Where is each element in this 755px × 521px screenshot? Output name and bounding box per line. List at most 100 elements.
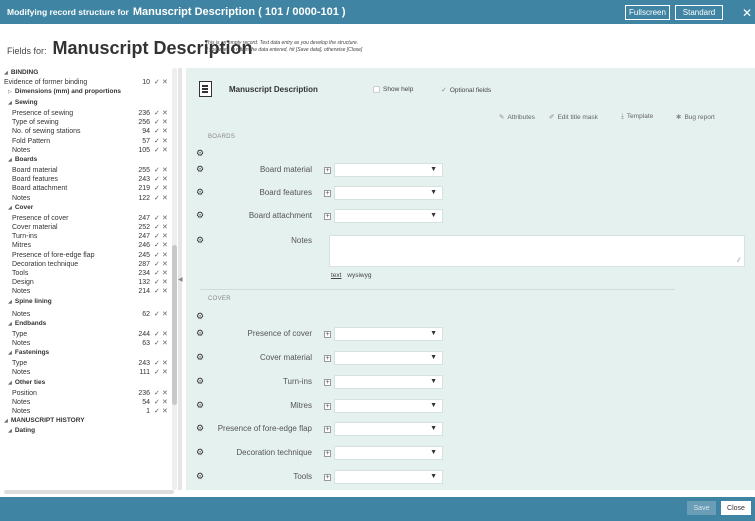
bug-report-button[interactable]: ✱ Bug report (676, 113, 715, 121)
add-term-icon[interactable]: + (324, 190, 331, 197)
required-check-icon[interactable]: ✓ (154, 389, 160, 398)
tree-group-item[interactable]: ◢ BINDING (4, 68, 172, 77)
tree-field-item[interactable]: Notes 63 ✓ ✕ (12, 339, 172, 348)
collapse-arrow-icon[interactable]: ◢ (8, 100, 12, 106)
required-check-icon[interactable]: ✓ (154, 339, 160, 348)
remove-icon[interactable]: ✕ (162, 184, 168, 193)
add-term-icon[interactable]: + (324, 331, 331, 338)
attributes-button[interactable]: ✎ Attributes (499, 113, 535, 121)
edit-title-mask-button[interactable]: ✐ Edit title mask (549, 113, 598, 121)
optional-fields-toggle[interactable]: ✓ Optional fields (441, 86, 491, 95)
remove-icon[interactable]: ✕ (162, 146, 168, 155)
collapse-arrow-icon[interactable]: ◢ (8, 350, 12, 356)
required-check-icon[interactable]: ✓ (154, 118, 160, 127)
required-check-icon[interactable]: ✓ (154, 214, 160, 223)
remove-icon[interactable]: ✕ (162, 232, 168, 241)
remove-icon[interactable]: ✕ (162, 407, 168, 416)
tree-field-item[interactable]: Mitres 246 ✓ ✕ (12, 241, 172, 250)
gear-icon[interactable]: ⚙ (196, 311, 204, 322)
tree-field-item[interactable]: Presence of sewing 236 ✓ ✕ (12, 109, 172, 118)
tree-field-item[interactable]: Cover material 252 ✓ ✕ (12, 223, 172, 232)
tree-scrollbar-thumb[interactable] (172, 245, 177, 405)
tree-group-item[interactable]: ◢ Endbands (8, 319, 172, 328)
tree-field-item[interactable]: Presence of fore-edge flap 245 ✓ ✕ (12, 251, 172, 260)
tree-field-item[interactable]: Fold Pattern 57 ✓ ✕ (12, 137, 172, 146)
remove-icon[interactable]: ✕ (162, 310, 168, 319)
tree-field-item[interactable]: Type 244 ✓ ✕ (12, 330, 172, 339)
add-term-icon[interactable]: + (324, 403, 331, 410)
required-check-icon[interactable]: ✓ (154, 310, 160, 319)
remove-icon[interactable]: ✕ (162, 368, 168, 377)
tree-field-item[interactable]: Notes 111 ✓ ✕ (12, 368, 172, 377)
tree-field-item[interactable]: Type 243 ✓ ✕ (12, 359, 172, 368)
required-check-icon[interactable]: ✓ (154, 137, 160, 146)
tree-group-item[interactable]: ▷ Dimensions (mm) and proportions (8, 87, 172, 96)
remove-icon[interactable]: ✕ (162, 109, 168, 118)
collapse-arrow-icon[interactable]: ◢ (8, 205, 12, 211)
remove-icon[interactable]: ✕ (162, 330, 168, 339)
resize-grip-icon[interactable]: ⁄⁄ (738, 258, 740, 264)
tree-group-item[interactable]: ◢ Cover (8, 203, 172, 212)
remove-icon[interactable]: ✕ (162, 166, 168, 175)
add-term-icon[interactable]: + (324, 474, 331, 481)
tree-field-item[interactable]: Notes 105 ✓ ✕ (12, 146, 172, 155)
remove-icon[interactable]: ✕ (162, 214, 168, 223)
required-check-icon[interactable]: ✓ (154, 251, 160, 260)
tree-field-item[interactable]: Notes 54 ✓ ✕ (12, 398, 172, 407)
required-check-icon[interactable]: ✓ (154, 109, 160, 118)
tree-group-item[interactable]: ◢ MANUSCRIPT HISTORY (4, 416, 172, 425)
tree-group-item[interactable]: ◢ Dating (8, 426, 172, 435)
gear-icon[interactable]: ⚙ (196, 148, 204, 159)
remove-icon[interactable]: ✕ (162, 194, 168, 203)
tree-field-item[interactable]: Evidence of former binding 10 ✓ ✕ (4, 78, 172, 87)
remove-icon[interactable]: ✕ (162, 398, 168, 407)
tree-field-item[interactable]: Design 132 ✓ ✕ (12, 278, 172, 287)
tree-group-item[interactable]: ◢ Other ties (8, 378, 172, 387)
tree-horizontal-scrollbar[interactable] (4, 490, 174, 494)
collapse-arrow-icon[interactable]: ◀ (178, 276, 183, 283)
standard-button[interactable]: Standard (675, 5, 723, 20)
required-check-icon[interactable]: ✓ (154, 368, 160, 377)
tree-field-item[interactable]: Presence of cover 247 ✓ ✕ (12, 214, 172, 223)
board-features-select[interactable]: ▼ (334, 186, 443, 200)
tree-field-item[interactable]: Turn-ins 247 ✓ ✕ (12, 232, 172, 241)
remove-icon[interactable]: ✕ (162, 389, 168, 398)
collapse-arrow-icon[interactable]: ◢ (8, 321, 12, 327)
required-check-icon[interactable]: ✓ (154, 260, 160, 269)
required-check-icon[interactable]: ✓ (154, 232, 160, 241)
tree-field-item[interactable]: No. of sewing stations 94 ✓ ✕ (12, 127, 172, 136)
remove-icon[interactable]: ✕ (162, 223, 168, 232)
collapse-arrow-icon[interactable]: ◢ (8, 299, 12, 305)
collapse-arrow-icon[interactable]: ◢ (4, 70, 8, 76)
required-check-icon[interactable]: ✓ (154, 398, 160, 407)
close-window-button[interactable]: ✕ (739, 5, 755, 20)
remove-icon[interactable]: ✕ (162, 175, 168, 184)
remove-icon[interactable]: ✕ (162, 260, 168, 269)
show-help-checkbox[interactable] (373, 86, 380, 93)
required-check-icon[interactable]: ✓ (154, 194, 160, 203)
mitres-select[interactable]: ▼ (334, 399, 443, 413)
required-check-icon[interactable]: ✓ (154, 359, 160, 368)
tree-field-item[interactable]: Decoration technique 287 ✓ ✕ (12, 260, 172, 269)
collapse-arrow-icon[interactable]: ◢ (8, 428, 12, 434)
fullscreen-button[interactable]: Fullscreen (625, 5, 670, 20)
required-check-icon[interactable]: ✓ (154, 166, 160, 175)
required-check-icon[interactable]: ✓ (154, 127, 160, 136)
add-term-icon[interactable]: + (324, 379, 331, 386)
remove-icon[interactable]: ✕ (162, 339, 168, 348)
board-material-select[interactable]: ▼ (334, 163, 443, 177)
required-check-icon[interactable]: ✓ (154, 330, 160, 339)
remove-icon[interactable]: ✕ (162, 78, 168, 87)
tree-field-item[interactable]: Tools 234 ✓ ✕ (12, 269, 172, 278)
required-check-icon[interactable]: ✓ (154, 223, 160, 232)
remove-icon[interactable]: ✕ (162, 287, 168, 296)
remove-icon[interactable]: ✕ (162, 251, 168, 260)
remove-icon[interactable]: ✕ (162, 137, 168, 146)
collapse-arrow-icon[interactable]: ◢ (8, 380, 12, 386)
tree-field-item[interactable]: Board material 255 ✓ ✕ (12, 166, 172, 175)
expand-arrow-icon[interactable]: ▷ (8, 89, 12, 95)
remove-icon[interactable]: ✕ (162, 241, 168, 250)
tree-field-item[interactable]: Type of sewing 256 ✓ ✕ (12, 118, 172, 127)
add-term-icon[interactable]: + (324, 426, 331, 433)
tree-group-item[interactable]: ◢ Fastenings (8, 348, 172, 357)
